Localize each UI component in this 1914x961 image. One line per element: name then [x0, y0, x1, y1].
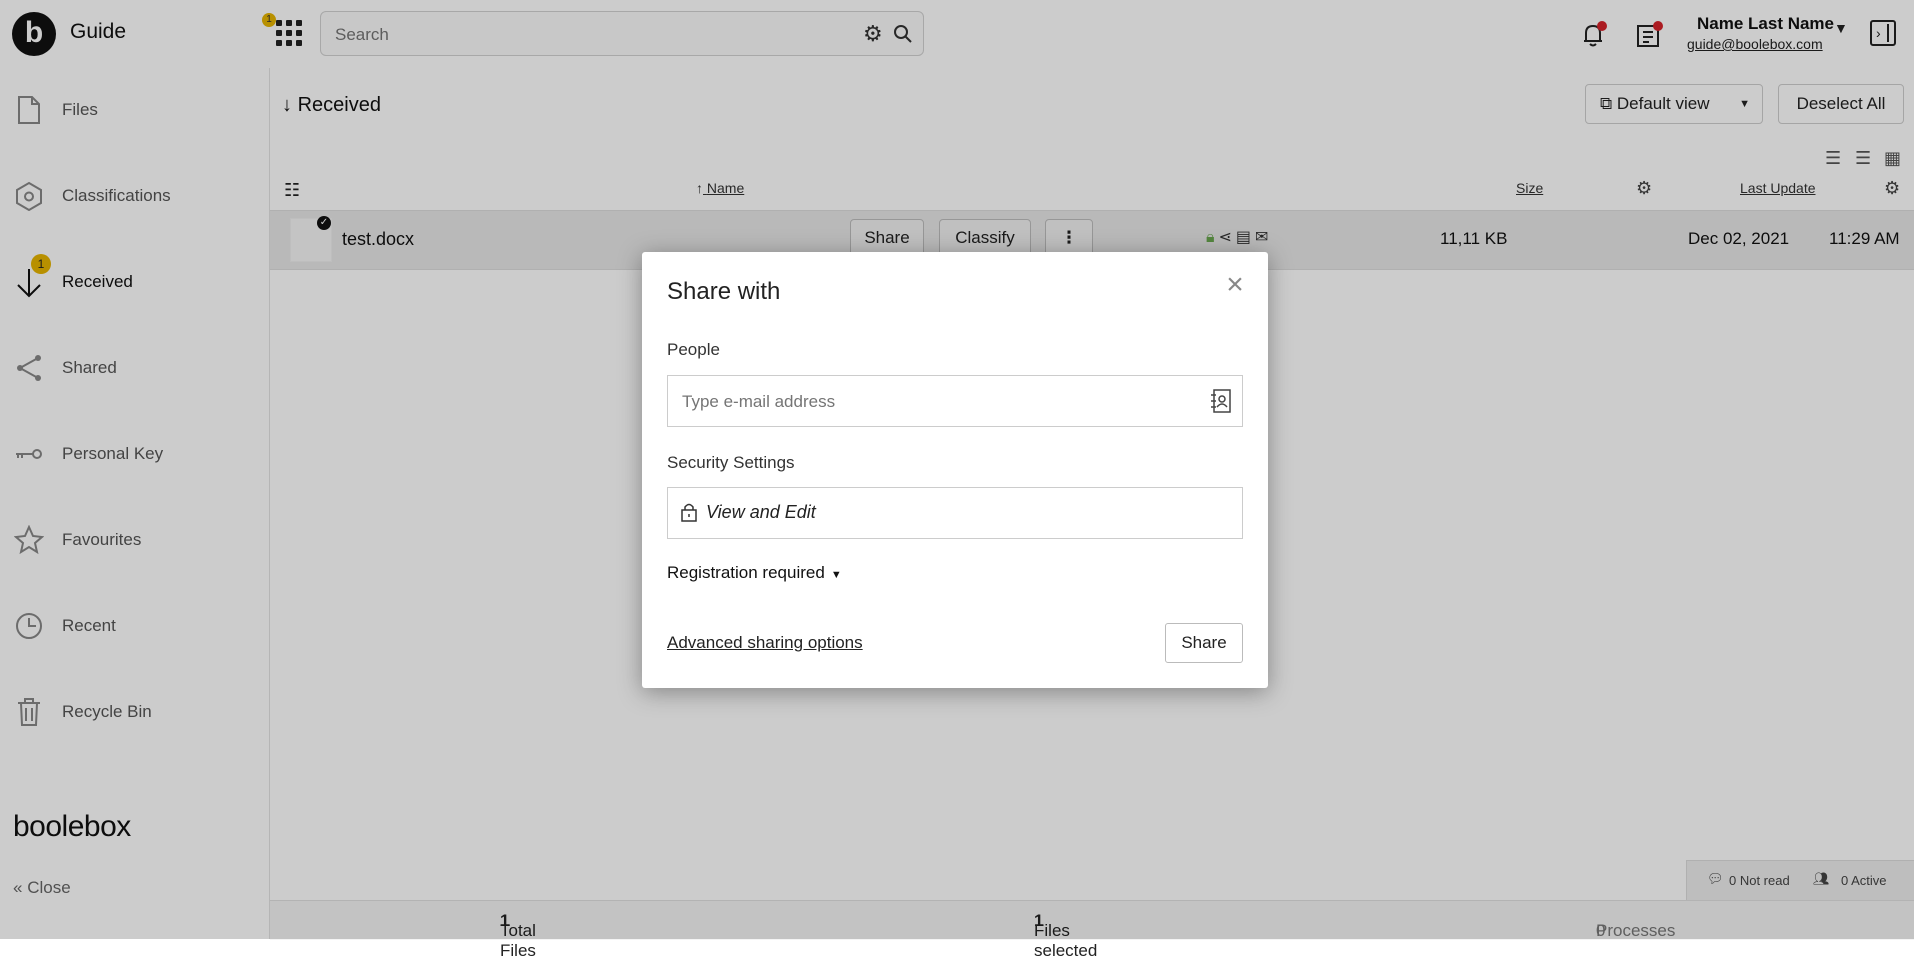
- registration-required-dropdown[interactable]: Registration required ▼: [667, 563, 842, 583]
- security-settings-value: View and Edit: [706, 502, 816, 522]
- registration-label: Registration required: [667, 563, 825, 582]
- email-input[interactable]: [680, 389, 1184, 415]
- people-label: People: [667, 340, 720, 359]
- caret-down-icon: ▼: [830, 569, 842, 581]
- lock-icon: [681, 503, 697, 522]
- email-field: [667, 375, 1243, 427]
- share-button[interactable]: Share: [1165, 623, 1243, 663]
- advanced-sharing-link[interactable]: Advanced sharing options: [667, 633, 863, 653]
- share-dialog: Share with × People Security Settings Vi…: [642, 252, 1268, 688]
- dialog-title: Share with: [667, 278, 781, 305]
- address-book-icon[interactable]: [1210, 389, 1232, 413]
- security-settings-select[interactable]: View and Edit: [667, 487, 1243, 539]
- security-settings-label: Security Settings: [667, 453, 795, 472]
- close-icon[interactable]: ×: [1222, 270, 1248, 300]
